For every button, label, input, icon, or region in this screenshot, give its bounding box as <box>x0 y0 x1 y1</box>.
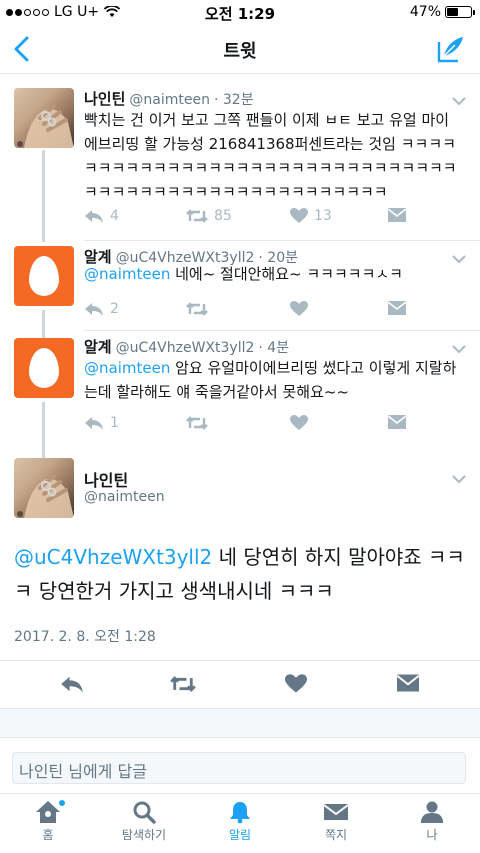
avatar[interactable] <box>14 338 74 398</box>
retweet-icon <box>186 302 208 316</box>
tab-notifications[interactable]: 알림 <box>192 800 288 843</box>
envelope-icon <box>323 804 349 820</box>
divider <box>84 330 480 331</box>
reply-button[interactable]: 4 <box>84 208 119 224</box>
tab-home[interactable]: 홈 <box>0 799 96 843</box>
dm-button[interactable] <box>388 415 406 429</box>
retweet-count: 85 <box>214 208 232 224</box>
retweet-button[interactable] <box>186 301 208 317</box>
reply-count: 4 <box>110 208 119 224</box>
separator-band <box>0 708 480 738</box>
reply-button[interactable]: 1 <box>84 415 119 431</box>
like-button[interactable]: 13 <box>290 208 332 224</box>
user-handle[interactable]: @naimteen <box>84 489 165 505</box>
tab-explore[interactable]: 탐색하기 <box>96 800 192 843</box>
display-name[interactable]: 나인틴 <box>84 90 125 108</box>
battery-percent: 47% <box>409 4 441 20</box>
tab-label: 홈 <box>42 828 54 842</box>
tab-messages[interactable]: 쪽지 <box>288 800 384 843</box>
retweet-button[interactable]: 85 <box>186 208 232 224</box>
tweet-actions: 2 <box>84 301 424 323</box>
like-button[interactable] <box>290 301 308 317</box>
heart-icon <box>290 208 308 223</box>
reply-icon <box>85 417 103 430</box>
compose-tweet-icon[interactable] <box>436 34 466 64</box>
thread-connector <box>42 150 45 242</box>
notification-dot <box>58 799 66 807</box>
mention-link[interactable]: @naimteen <box>84 265 170 283</box>
display-name[interactable]: 나인틴 <box>84 467 128 491</box>
retweet-icon <box>186 209 208 223</box>
tweet-time: · 32분 <box>213 92 254 108</box>
tweet-actions: 1 <box>84 415 424 437</box>
heart-icon <box>290 301 308 316</box>
status-right: 47% <box>409 4 475 20</box>
bell-icon <box>230 802 250 824</box>
tweet-header: 나인틴 @naimteen · 32분 <box>84 88 254 109</box>
chevron-down-icon[interactable] <box>452 96 466 106</box>
reply-input[interactable]: 나인틴 님에게 답글 <box>12 752 466 784</box>
user-handle[interactable]: @uC4VhzeWXt3yll2 <box>116 340 255 356</box>
divider <box>84 240 480 241</box>
envelope-icon[interactable] <box>397 674 419 692</box>
search-icon <box>133 801 156 824</box>
tweet-text-body: 네에~ 절대안해요~ ㅋㅋㅋㅋㅋㅅㅋ <box>170 265 403 283</box>
tab-label: 탐색하기 <box>121 828 167 842</box>
mention-link[interactable]: @naimteen <box>84 359 170 377</box>
dm-button[interactable] <box>388 301 406 315</box>
tab-label: 나 <box>426 828 438 842</box>
reply-count: 2 <box>110 301 119 317</box>
nav-bar: 트윗 <box>0 24 480 74</box>
heart-icon[interactable] <box>285 674 307 694</box>
tab-bar: 홈 탐색하기 알림 쪽지 나 <box>0 793 480 853</box>
tweet-text: @naimteen 네에~ 절대안해요~ ㅋㅋㅋㅋㅋㅅㅋ <box>84 262 466 286</box>
heart-icon <box>290 415 308 430</box>
thread-connector <box>42 310 45 338</box>
reply-icon <box>85 303 103 316</box>
tweet-text: @naimteen 암요 유얼마이에브리띵 썼다고 이렇게 지랄하는데 할라해도… <box>84 356 466 404</box>
tab-label: 알림 <box>228 828 252 842</box>
person-icon <box>421 801 443 823</box>
chevron-down-icon[interactable] <box>452 474 466 484</box>
battery-icon <box>445 6 475 18</box>
tab-label: 쪽지 <box>324 828 348 842</box>
tweet-header: 알계 @uC4VhzeWXt3yll2 · 4분 <box>84 336 289 357</box>
egg-avatar-icon <box>29 256 59 296</box>
thread-connector <box>42 402 45 458</box>
reply-icon <box>85 210 103 223</box>
like-count: 13 <box>314 208 332 224</box>
tweet-text: 빡치는 건 이거 보고 그쪽 팬들이 이제 ㅂㅌ 보고 유얼 마이 에브리띵 할… <box>84 111 457 201</box>
egg-avatar-icon <box>29 348 59 388</box>
avatar[interactable] <box>14 88 74 148</box>
focus-tweet-text: @uC4VhzeWXt3yll2 네 당연히 하지 말아야죠 ㅋㅋㅋ 당연한거 … <box>14 540 474 608</box>
status-time: 오전 1:29 <box>204 5 276 23</box>
chevron-down-icon[interactable] <box>452 344 466 354</box>
envelope-icon <box>388 208 406 222</box>
mention-link[interactable]: @uC4VhzeWXt3yll2 <box>14 545 212 569</box>
reply-icon[interactable] <box>60 674 84 694</box>
reply-button[interactable]: 2 <box>84 301 119 317</box>
page-title: 트윗 <box>223 41 257 62</box>
display-name[interactable]: 알계 <box>84 338 112 356</box>
like-button[interactable] <box>290 415 308 431</box>
tweet-time: · 4분 <box>258 340 290 356</box>
avatar[interactable] <box>14 458 74 518</box>
status-bar: LG U+ 오전 1:29 47% <box>0 0 480 24</box>
envelope-icon <box>388 415 406 429</box>
tab-me[interactable]: 나 <box>384 800 480 843</box>
retweet-button[interactable] <box>186 415 208 431</box>
user-handle[interactable]: @naimteen <box>129 92 210 108</box>
avatar[interactable] <box>14 246 74 306</box>
tweet-timestamp: 2017. 2. 8. 오전 1:28 <box>14 629 156 645</box>
retweet-icon[interactable] <box>170 674 196 694</box>
retweet-icon <box>186 416 208 430</box>
tweet-actions: 4 85 13 <box>84 208 424 230</box>
reply-count: 1 <box>110 415 119 431</box>
envelope-icon <box>388 301 406 315</box>
dm-button[interactable] <box>388 208 406 222</box>
focus-tweet-actions <box>0 660 480 708</box>
